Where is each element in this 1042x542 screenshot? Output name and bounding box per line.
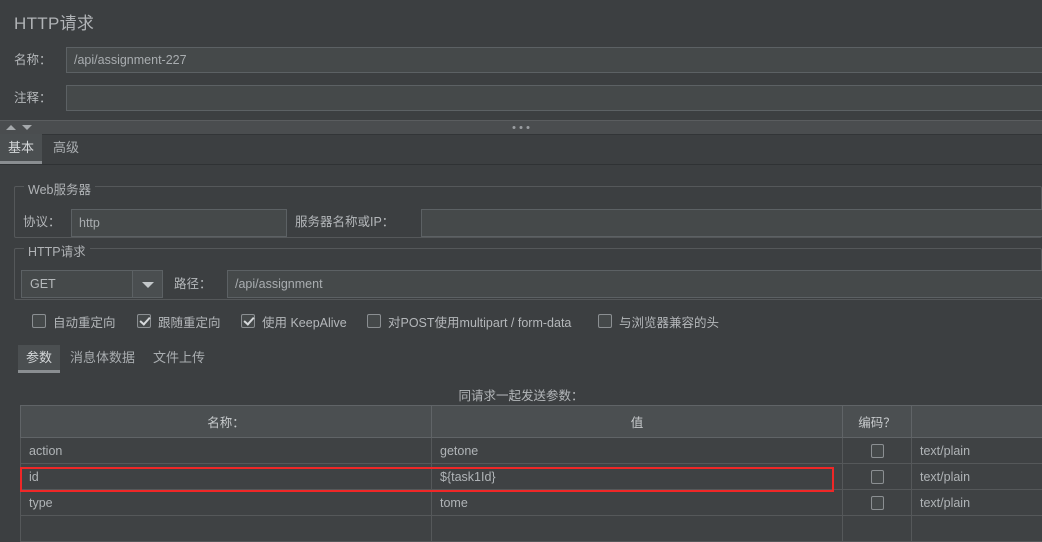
column-header-value[interactable]: 值: [432, 406, 843, 438]
checkbox-keepalive[interactable]: 使用 KeepAlive: [241, 311, 347, 331]
cell-content-type[interactable]: text/plain: [912, 464, 1042, 490]
cell-content-type[interactable]: [912, 516, 1042, 542]
dots-icon: [513, 126, 530, 129]
row-encode-checkbox[interactable]: [871, 470, 884, 484]
main-tabbar: 基本 高级: [0, 134, 1042, 165]
checkbox-auto-redirect[interactable]: 自动重定向: [32, 311, 116, 331]
comment-input[interactable]: [66, 85, 1042, 111]
cell-encode[interactable]: [843, 516, 912, 542]
table-header-row: 名称： 值 编码？: [21, 406, 1042, 438]
server-name-label: 服务器名称或IP：: [295, 209, 394, 235]
protocol-input[interactable]: http: [71, 209, 287, 237]
checkbox-label-auto-redirect: 自动重定向: [53, 312, 116, 331]
protocol-label: 协议：: [23, 209, 61, 235]
sub-tabbar: 参数 消息体数据 文件上传: [0, 345, 1042, 373]
tab-basic[interactable]: 基本: [0, 134, 42, 164]
column-header-content-type[interactable]: [912, 406, 1042, 438]
subtab-parameters[interactable]: 参数: [18, 345, 60, 373]
subtab-file-upload[interactable]: 文件上传: [145, 345, 213, 373]
checkbox-label-browser-headers: 与浏览器兼容的头: [619, 312, 719, 331]
params-table-caption: 同请求一起发送参数：: [0, 385, 1042, 404]
cell-value[interactable]: getone: [432, 438, 843, 464]
http-request-group-title: HTTP请求: [24, 241, 90, 260]
cell-content-type[interactable]: text/plain: [912, 490, 1042, 516]
table-row-empty[interactable]: [21, 516, 1042, 542]
cell-name[interactable]: id: [21, 464, 432, 490]
row-encode-checkbox[interactable]: [871, 496, 884, 510]
cell-value[interactable]: [432, 516, 843, 542]
table-row[interactable]: action getone text/plain: [21, 438, 1042, 464]
comment-field-row: 注释：: [0, 85, 1042, 111]
comment-field-label: 注释：: [14, 85, 52, 111]
cell-encode[interactable]: [843, 464, 912, 490]
name-input[interactable]: /api/assignment-227: [66, 47, 1042, 73]
name-field-row: 名称： /api/assignment-227: [0, 47, 1042, 73]
chevron-down-icon[interactable]: [132, 271, 162, 297]
cell-name[interactable]: [21, 516, 432, 542]
checkbox-browser-headers[interactable]: 与浏览器兼容的头: [598, 311, 719, 331]
cell-value[interactable]: tome: [432, 490, 843, 516]
checkbox-label-multipart: 对POST使用multipart / form-data: [388, 312, 571, 331]
cell-name[interactable]: action: [21, 438, 432, 464]
checkbox-box-browser-headers[interactable]: [598, 314, 612, 328]
web-server-group-title: Web服务器: [24, 179, 95, 198]
http-request-panel: HTTP请求 名称： /api/assignment-227 注释： 基本 高级…: [0, 0, 1042, 535]
path-label: 路径：: [174, 271, 212, 297]
table-row[interactable]: type tome text/plain: [21, 490, 1042, 516]
checkbox-box-multipart[interactable]: [367, 314, 381, 328]
page-title: HTTP请求: [14, 9, 94, 34]
checkbox-follow-redirect[interactable]: 跟随重定向: [137, 311, 221, 331]
row-encode-checkbox[interactable]: [871, 444, 884, 458]
triangle-down-icon[interactable]: [22, 125, 32, 130]
checkbox-box-auto-redirect[interactable]: [32, 314, 46, 328]
params-table: 名称： 值 编码？ action getone text/plain id ${…: [20, 405, 1042, 542]
checkbox-label-follow-redirect: 跟随重定向: [158, 312, 221, 331]
tab-advanced[interactable]: 高级: [45, 134, 87, 164]
table-row[interactable]: id ${task1Id} text/plain: [21, 464, 1042, 490]
checkbox-box-keepalive[interactable]: [241, 314, 255, 328]
triangle-up-icon[interactable]: [6, 125, 16, 130]
cell-encode[interactable]: [843, 490, 912, 516]
server-name-input[interactable]: [421, 209, 1042, 237]
cell-name[interactable]: type: [21, 490, 432, 516]
cell-content-type[interactable]: text/plain: [912, 438, 1042, 464]
method-select[interactable]: GET: [21, 270, 163, 298]
cell-value[interactable]: ${task1Id}: [432, 464, 843, 490]
subtab-body-data[interactable]: 消息体数据: [62, 345, 143, 373]
checkbox-label-keepalive: 使用 KeepAlive: [262, 312, 347, 331]
column-header-name[interactable]: 名称：: [21, 406, 432, 438]
checkbox-multipart[interactable]: 对POST使用multipart / form-data: [367, 311, 571, 331]
splitter-bar[interactable]: [0, 120, 1042, 135]
name-field-label: 名称：: [14, 47, 52, 73]
path-input[interactable]: /api/assignment: [227, 270, 1042, 298]
cell-encode[interactable]: [843, 438, 912, 464]
checkbox-box-follow-redirect[interactable]: [137, 314, 151, 328]
method-select-value: GET: [30, 271, 56, 297]
column-header-encode[interactable]: 编码？: [843, 406, 912, 438]
